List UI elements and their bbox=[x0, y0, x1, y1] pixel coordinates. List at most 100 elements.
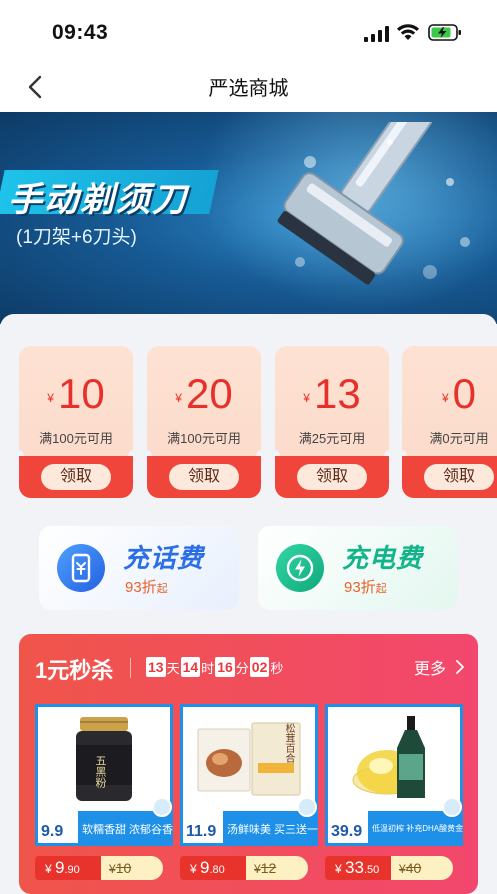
status-time: 09:43 bbox=[52, 21, 109, 44]
countdown-unit: 分 bbox=[235, 660, 249, 676]
chevron-right-icon bbox=[456, 660, 464, 674]
nav-bar: 严选商城 bbox=[0, 62, 497, 112]
product-frame: 39.9 低温初榨 补充DHA酸黄金 bbox=[325, 704, 463, 846]
product-slogan: 汤鲜味美 买三送一 bbox=[227, 824, 319, 836]
claim-coupon-button[interactable]: 领取 bbox=[297, 464, 367, 490]
coupon-value: 0 bbox=[452, 370, 477, 417]
price-decimal: .90 bbox=[64, 864, 80, 876]
discount-suffix: 起 bbox=[156, 583, 168, 595]
sale-price: ¥ 9.90 bbox=[35, 856, 101, 880]
coupon-card: ¥13 满25元可用 领取 bbox=[275, 346, 389, 498]
phone-recharge-card[interactable]: 充话费 93折起 bbox=[39, 526, 239, 610]
banner-title: 手动剃须刀 bbox=[8, 181, 188, 219]
currency-symbol: ¥ bbox=[254, 862, 261, 876]
leaf-badge-icon bbox=[152, 797, 172, 817]
banner-subtitle: (1刀架+6刀头) bbox=[16, 227, 137, 248]
currency-symbol: ¥ bbox=[175, 391, 182, 405]
sale-price: ¥ 9.80 bbox=[180, 856, 246, 880]
price-integer: 33 bbox=[345, 858, 364, 877]
battery-charging-icon bbox=[428, 24, 461, 41]
coupon-card: ¥20 满100元可用 领取 bbox=[147, 346, 261, 498]
product-image bbox=[334, 713, 454, 805]
product-label: 五黑粉 bbox=[94, 755, 106, 788]
original-price: ¥12 bbox=[246, 856, 308, 880]
coupon-amount: ¥10 bbox=[19, 370, 133, 418]
flash-sale-title: 1元秒杀 bbox=[35, 658, 114, 683]
recharge-title: 充话费 bbox=[123, 543, 205, 573]
currency-symbol: ¥ bbox=[109, 862, 116, 876]
countdown-unit: 秒 bbox=[270, 660, 284, 676]
discount-value: 93折 bbox=[344, 579, 376, 596]
recharge-title: 充电费 bbox=[342, 543, 424, 573]
product-label: 松茸百合 bbox=[283, 723, 294, 763]
currency-symbol: ¥ bbox=[303, 391, 310, 405]
price-decimal: .80 bbox=[209, 864, 225, 876]
currency-symbol: ¥ bbox=[190, 862, 197, 876]
price-strip-tag: 9.9 bbox=[38, 811, 78, 843]
strip-price: 39.9 bbox=[331, 823, 363, 840]
product-slogan: 软糯香甜 浓郁谷香 bbox=[82, 824, 174, 836]
razor-image bbox=[277, 122, 470, 285]
coupon-amount: ¥20 bbox=[147, 370, 261, 418]
countdown-seconds: 02 bbox=[249, 657, 270, 677]
countdown-hours: 14 bbox=[180, 657, 201, 677]
price-strip: 9.9 软糯香甜 浓郁谷香 bbox=[38, 797, 174, 843]
product-image: 五黑粉 bbox=[44, 713, 164, 805]
countdown-days: 13 bbox=[146, 657, 166, 677]
claim-coupon-button[interactable]: 领取 bbox=[41, 464, 111, 490]
claim-coupon-button[interactable]: 领取 bbox=[424, 464, 494, 490]
coupon-card: ¥10 满100元可用 领取 bbox=[19, 346, 133, 498]
original-price: ¥40 bbox=[391, 856, 453, 880]
price-integer: 9 bbox=[200, 858, 210, 877]
recharge-discount: 93折起 bbox=[125, 576, 168, 597]
countdown-timer: 13 天 14 时 16 分 02 秒 bbox=[145, 657, 283, 677]
coupon-footer: 领取 bbox=[402, 456, 497, 498]
product-list: 五黑粉 9.9 软糯香甜 浓郁谷香 ¥ 9.90 ¥10 松茸百合 11.9 汤… bbox=[35, 704, 463, 894]
price-row: ¥ 9.90 ¥10 bbox=[35, 856, 173, 880]
discount-value: 93折 bbox=[125, 579, 157, 596]
more-link[interactable]: 更多 bbox=[414, 655, 464, 679]
coupon-condition: 满100元可用 bbox=[39, 431, 113, 446]
original-price: ¥10 bbox=[101, 856, 163, 880]
coupon-value: 20 bbox=[185, 370, 233, 417]
sale-price: ¥ 33.50 bbox=[325, 856, 391, 880]
leaf-badge-icon bbox=[442, 797, 462, 817]
divider bbox=[130, 658, 131, 678]
currency-symbol: ¥ bbox=[47, 391, 54, 405]
claim-coupon-button[interactable]: 领取 bbox=[169, 464, 239, 490]
price-row: ¥ 33.50 ¥40 bbox=[325, 856, 463, 880]
product-frame: 松茸百合 11.9 汤鲜味美 买三送一 bbox=[180, 704, 318, 846]
leaf-badge-icon bbox=[297, 797, 317, 817]
price-decimal: .50 bbox=[363, 864, 380, 876]
countdown-unit: 天 bbox=[166, 660, 180, 676]
electricity-recharge-card[interactable]: 充电费 93折起 bbox=[258, 526, 458, 610]
coupon-footer: 领取 bbox=[275, 456, 389, 498]
wifi-icon bbox=[397, 24, 419, 40]
currency-symbol: ¥ bbox=[335, 862, 342, 876]
currency-symbol: ¥ bbox=[45, 862, 52, 876]
coupon-condition: 满100元可用 bbox=[167, 431, 241, 446]
product-slogan: 低温初榨 补充DHA酸黄金 bbox=[372, 824, 464, 833]
currency-symbol: ¥ bbox=[441, 391, 449, 405]
product-image: 松茸百合 bbox=[189, 713, 309, 805]
page-title: 严选商城 bbox=[208, 78, 289, 100]
price-integer: 9 bbox=[55, 858, 65, 877]
currency-symbol: ¥ bbox=[399, 862, 406, 876]
price-strip-tag: 39.9 bbox=[328, 811, 368, 843]
price-strip: 39.9 低温初榨 补充DHA酸黄金 bbox=[328, 797, 464, 843]
countdown-minutes: 16 bbox=[215, 657, 235, 677]
promo-banner[interactable]: 手动剃须刀 (1刀架+6刀头) bbox=[0, 112, 497, 324]
countdown-unit: 时 bbox=[201, 660, 215, 676]
strip-price: 11.9 bbox=[186, 823, 217, 840]
cellular-signal-icon bbox=[364, 26, 389, 42]
phone-icon bbox=[57, 544, 105, 592]
product-frame: 五黑粉 9.9 软糯香甜 浓郁谷香 bbox=[35, 704, 173, 846]
strip-price: 9.9 bbox=[41, 823, 64, 840]
coupon-condition: 满25元可用 bbox=[298, 431, 366, 446]
coupon-condition: 满0元可用 bbox=[429, 431, 489, 446]
coupon-value: 10 bbox=[57, 370, 105, 417]
price-strip: 11.9 汤鲜味美 买三送一 bbox=[183, 797, 319, 843]
more-label: 更多 bbox=[413, 661, 446, 678]
status-bar: 09:43 bbox=[0, 0, 497, 62]
coupon-card: ¥0 满0元可用 领取 bbox=[402, 346, 497, 498]
